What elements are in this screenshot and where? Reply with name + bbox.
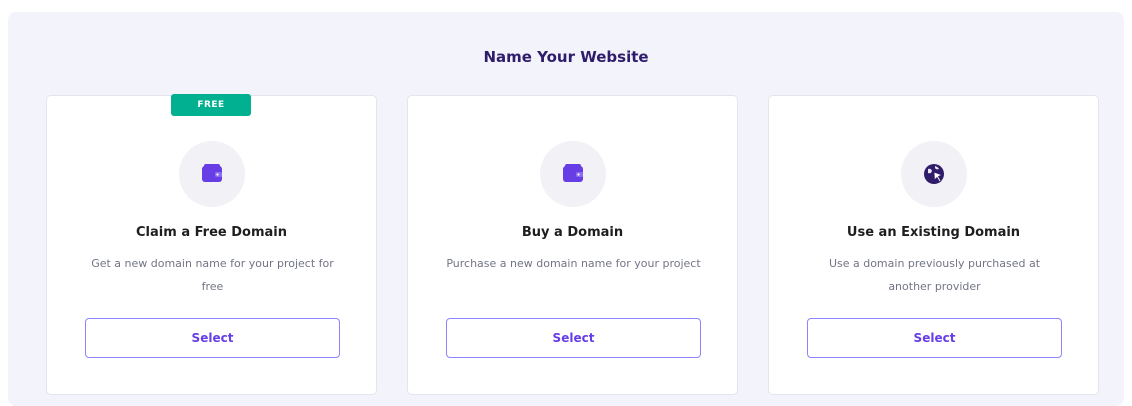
- card-description: Get a new domain name for your project f…: [91, 257, 334, 293]
- select-claim-free-domain-button[interactable]: Select: [85, 318, 340, 358]
- wallet-icon: [563, 164, 583, 182]
- page-title: Name Your Website: [483, 48, 649, 66]
- icon-container: [540, 141, 606, 207]
- card-title: Buy a Domain: [521, 225, 624, 240]
- icon-container: [901, 141, 967, 207]
- option-card-use-existing-domain: Use an Existing Domain Use a domain prev…: [768, 95, 1099, 395]
- icon-container: [179, 141, 245, 207]
- card-title: Claim a Free Domain: [136, 225, 287, 240]
- globe-cursor-icon: [924, 164, 944, 184]
- option-card-claim-free-domain: Claim a Free Domain Get a new domain nam…: [46, 95, 377, 395]
- free-badge: FREE: [171, 94, 251, 116]
- card-title: Use an Existing Domain: [846, 225, 1021, 240]
- select-use-existing-domain-button[interactable]: Select: [807, 318, 1062, 358]
- card-description: Purchase a new domain name for your proj…: [446, 257, 701, 270]
- wallet-icon: [202, 164, 222, 182]
- card-description: Use a domain previously purchased at ano…: [828, 257, 1041, 293]
- option-card-buy-domain: Buy a Domain Purchase a new domain name …: [407, 95, 738, 395]
- domain-options-panel: Name Your Website FREE Claim a Free Doma…: [8, 12, 1124, 406]
- select-buy-domain-button[interactable]: Select: [446, 318, 701, 358]
